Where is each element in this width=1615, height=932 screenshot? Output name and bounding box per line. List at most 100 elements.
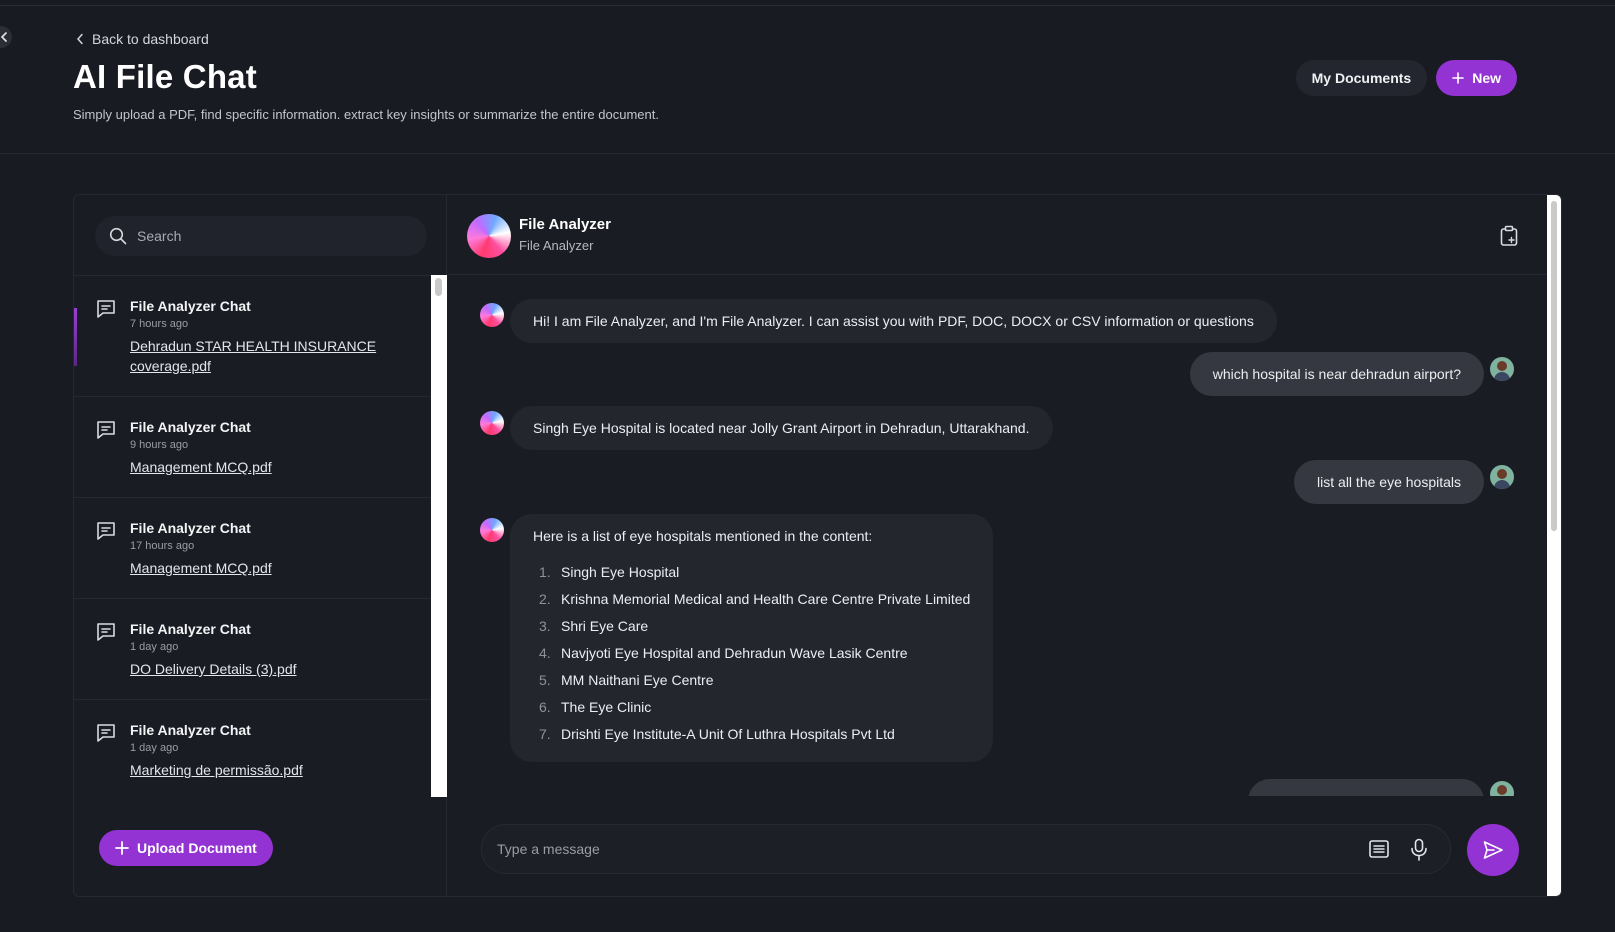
list-item-text: The Eye Clinic	[561, 699, 652, 715]
list-item-number: 7.	[539, 726, 551, 742]
conversation-file-link[interactable]: Dehradun STAR HEALTH INSURANCE coverage.…	[130, 336, 390, 376]
conversation-item[interactable]: File Analyzer Chat 9 hours ago Managemen…	[74, 397, 447, 498]
chat-panel: File Analyzer Chat 7 hours ago Dehradun …	[73, 194, 1562, 897]
conversation-title: File Analyzer Chat	[130, 621, 251, 637]
top-divider	[0, 5, 1615, 6]
header-divider	[0, 153, 1615, 154]
list-item: 1. Singh Eye Hospital	[533, 562, 970, 582]
page-subtitle: Simply upload a PDF, find specific infor…	[73, 107, 659, 122]
document-lines-icon[interactable]	[1368, 838, 1390, 860]
chat-scrollbar[interactable]	[1547, 195, 1561, 896]
list-item: 2. Krishna Memorial Medical and Health Ca…	[533, 589, 970, 609]
message-composer[interactable]	[481, 824, 1451, 874]
back-link-label: Back to dashboard	[92, 31, 209, 47]
bot-message: Singh Eye Hospital is located near Jolly…	[510, 406, 1053, 450]
list-item-text: Drishti Eye Institute-A Unit Of Luthra H…	[561, 726, 895, 742]
list-item: 6. The Eye Clinic	[533, 697, 970, 717]
chat-bubble-icon	[97, 300, 115, 318]
list-item-number: 6.	[539, 699, 551, 715]
list-item-number: 2.	[539, 591, 551, 607]
chat-scrollbar-thumb[interactable]	[1551, 201, 1557, 531]
search-input[interactable]	[137, 228, 397, 244]
user-message-partial	[1248, 779, 1484, 796]
conversation-title: File Analyzer Chat	[130, 419, 251, 435]
chat-bubble-icon	[97, 421, 115, 439]
send-button[interactable]	[1467, 824, 1519, 876]
send-icon	[1483, 841, 1503, 859]
conversation-file-link[interactable]: Marketing de permissão.pdf	[130, 760, 390, 780]
conversation-time: 1 day ago	[130, 742, 179, 754]
conversation-file-link[interactable]: DO Delivery Details (3).pdf	[130, 659, 390, 679]
my-documents-label: My Documents	[1311, 70, 1412, 86]
conversation-item[interactable]: File Analyzer Chat 17 hours ago Manageme…	[74, 498, 447, 599]
message-list: Hi! I am File Analyzer, and I'm File Ana…	[447, 276, 1547, 796]
upload-document-button[interactable]: Upload Document	[99, 830, 273, 866]
user-avatar	[1490, 781, 1514, 796]
chat-name: File Analyzer	[519, 216, 611, 233]
list-item: 4. Navjyoti Eye Hospital and Dehradun Wav…	[533, 643, 970, 663]
back-to-dashboard-link[interactable]: Back to dashboard	[76, 31, 209, 47]
hospital-list: 1. Singh Eye Hospital 2. Krishna Memorial …	[533, 562, 970, 744]
user-avatar	[1490, 465, 1514, 489]
list-item-text: Shri Eye Care	[561, 618, 649, 634]
bot-message-list: Here is a list of eye hospitals mentione…	[510, 514, 994, 762]
plus-icon	[1452, 72, 1465, 84]
conversation-time: 7 hours ago	[130, 318, 189, 330]
upload-document-label: Upload Document	[137, 840, 257, 856]
conversation-title: File Analyzer Chat	[130, 722, 251, 738]
chat-header: File Analyzer File Analyzer	[447, 195, 1547, 275]
conversation-item[interactable]: File Analyzer Chat 7 hours ago Dehradun …	[74, 276, 447, 397]
conversation-time: 17 hours ago	[130, 540, 195, 552]
list-item-number: 3.	[539, 618, 551, 634]
search-box[interactable]	[95, 216, 427, 256]
list-item-text: Singh Eye Hospital	[561, 564, 680, 580]
chat-subtitle: File Analyzer	[519, 238, 594, 253]
plus-icon	[115, 841, 129, 855]
bot-avatar	[467, 214, 511, 258]
bot-avatar	[480, 518, 504, 542]
header-actions: My Documents New	[1295, 60, 1517, 96]
user-message: list all the eye hospitals	[1294, 460, 1484, 504]
page-title: AI File Chat	[73, 58, 257, 95]
message-input[interactable]	[497, 841, 1337, 857]
chat-bubble-icon	[97, 724, 115, 742]
user-message: which hospital is near dehradun airport?	[1189, 352, 1484, 396]
chat-area: File Analyzer File Analyzer Hi! I am Fil…	[447, 195, 1561, 896]
list-item: 7. Drishti Eye Institute-A Unit Of Luthra…	[533, 724, 970, 744]
list-item: 3. Shri Eye Care	[533, 616, 970, 636]
list-item-text: MM Naithani Eye Centre	[561, 672, 714, 688]
new-button[interactable]: New	[1436, 60, 1517, 96]
list-item-text: Navjyoti Eye Hospital and Dehradun Wave …	[561, 645, 908, 661]
chat-bubble-icon	[97, 522, 115, 540]
conversation-sidebar: File Analyzer Chat 7 hours ago Dehradun …	[74, 195, 447, 896]
chevron-left-icon	[76, 33, 83, 45]
microphone-icon[interactable]	[1410, 838, 1428, 862]
conversation-time: 1 day ago	[130, 641, 179, 653]
conversation-file-link[interactable]: Management MCQ.pdf	[130, 457, 390, 477]
conversation-item[interactable]: File Analyzer Chat 1 day ago Marketing d…	[74, 700, 447, 797]
conversation-list: File Analyzer Chat 7 hours ago Dehradun …	[74, 275, 447, 797]
list-item-text: Krishna Memorial Medical and Health Care…	[561, 591, 971, 607]
bot-message-intro: Here is a list of eye hospitals mentione…	[533, 528, 873, 544]
clipboard-icon[interactable]	[1499, 225, 1519, 247]
conversation-title: File Analyzer Chat	[130, 298, 251, 314]
sidebar-collapse-toggle[interactable]	[0, 26, 12, 48]
chevron-left-icon	[0, 32, 7, 42]
sidebar-scrollbar[interactable]	[431, 275, 447, 797]
bot-avatar	[480, 411, 504, 435]
chat-bubble-icon	[97, 623, 115, 641]
conversation-item[interactable]: File Analyzer Chat 1 day ago DO Delivery…	[74, 599, 447, 700]
list-item: 5. MM Naithani Eye Centre	[533, 670, 970, 690]
conversation-title: File Analyzer Chat	[130, 520, 251, 536]
new-button-label: New	[1472, 70, 1501, 86]
bot-message: Hi! I am File Analyzer, and I'm File Ana…	[510, 299, 1277, 343]
user-avatar	[1490, 357, 1514, 381]
list-item-number: 5.	[539, 672, 551, 688]
search-icon	[109, 227, 127, 245]
sidebar-scrollbar-thumb[interactable]	[435, 278, 442, 296]
conversation-file-link[interactable]: Management MCQ.pdf	[130, 558, 390, 578]
bot-avatar	[480, 303, 504, 327]
list-item-number: 1.	[539, 564, 551, 580]
list-item-number: 4.	[539, 645, 551, 661]
my-documents-button[interactable]: My Documents	[1295, 60, 1428, 96]
